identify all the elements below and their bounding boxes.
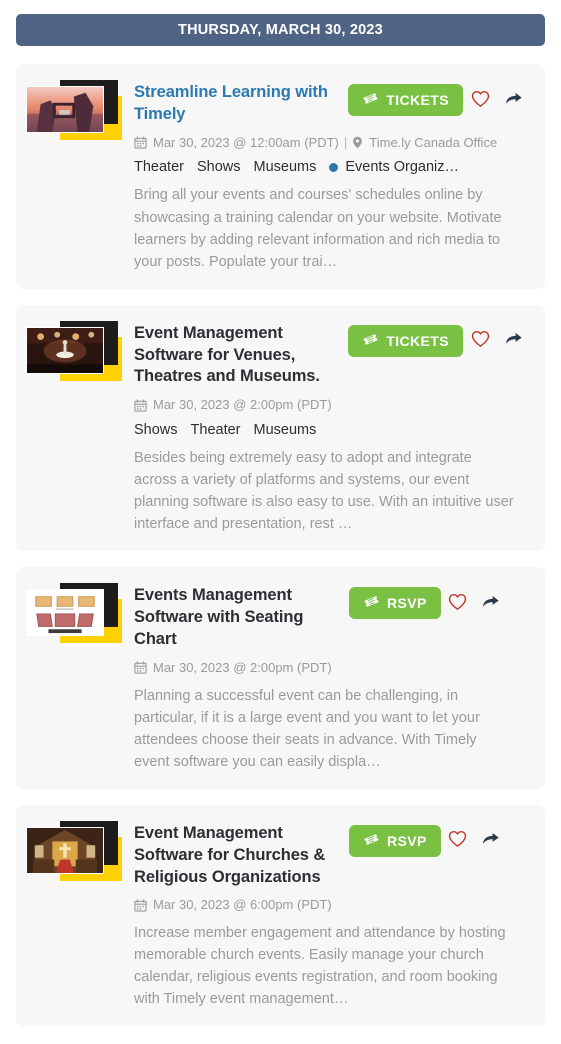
event-header-row: Events Management Software with Seating …	[134, 583, 529, 651]
event-title[interactable]: Event Management Software for Churches &…	[134, 821, 339, 889]
event-thumbnail[interactable]	[26, 819, 122, 881]
heart-icon	[448, 830, 467, 851]
calendar-icon	[134, 136, 147, 149]
event-actions: RSVP	[349, 583, 507, 620]
event-date: Mar 30, 2023 @ 2:00pm (PDT)	[153, 397, 332, 413]
favorite-button[interactable]	[441, 587, 475, 619]
event-cta-label: RSVP	[387, 595, 427, 612]
heart-icon	[448, 593, 467, 614]
event-description: Bring all your events and courses' sched…	[134, 187, 502, 270]
heart-icon	[471, 330, 490, 351]
event-card[interactable]: Streamline Learning with Timely TICKETS	[16, 64, 545, 289]
event-details: Event Management Software for Venues, Th…	[134, 319, 529, 536]
ticket-icon	[363, 831, 380, 851]
calendar-icon	[134, 899, 147, 912]
event-venue: Time.ly Canada Office	[369, 134, 498, 150]
event-card[interactable]: Event Management Software for Venues, Th…	[16, 304, 545, 552]
event-meta: Mar 30, 2023 @ 6:00pm (PDT)	[134, 897, 529, 913]
thumbnail-image	[26, 86, 104, 133]
event-details: Event Management Software for Churches &…	[134, 819, 529, 1011]
event-card[interactable]: Events Management Software with Seating …	[16, 567, 545, 789]
day-header-bar: THURSDAY, MARCH 30, 2023	[16, 14, 545, 46]
event-thumbnail[interactable]	[26, 78, 122, 140]
event-title[interactable]: Streamline Learning with Timely	[134, 80, 338, 126]
event-meta: Mar 30, 2023 @ 2:00pm (PDT)	[134, 660, 529, 676]
event-tag-highlighted[interactable]: Events Organiz…	[329, 159, 459, 175]
event-tag[interactable]: Museums	[254, 159, 317, 175]
meta-separator: |	[343, 134, 348, 150]
ticket-icon	[362, 331, 379, 351]
event-details: Events Management Software with Seating …	[134, 581, 529, 773]
event-cta-label: TICKETS	[386, 92, 449, 108]
event-cta-button[interactable]: RSVP	[349, 587, 441, 620]
event-tag[interactable]: Theater	[191, 422, 241, 438]
event-description: Increase member engagement and attendanc…	[134, 925, 506, 1008]
event-actions: TICKETS	[348, 321, 529, 357]
calendar-icon	[134, 399, 147, 412]
favorite-button[interactable]	[441, 825, 475, 857]
event-description: Besides being extremely easy to adopt an…	[134, 450, 514, 533]
event-actions: TICKETS	[348, 80, 529, 116]
share-button[interactable]	[475, 587, 507, 619]
event-details: Streamline Learning with Timely TICKETS	[134, 78, 529, 273]
event-date: Mar 30, 2023 @ 6:00pm (PDT)	[153, 897, 332, 913]
event-header-row: Streamline Learning with Timely TICKETS	[134, 80, 529, 126]
share-arrow-icon	[504, 330, 523, 351]
event-calendar: THURSDAY, MARCH 30, 2023 Streamline Lear…	[0, 0, 561, 1044]
event-cta-label: RSVP	[387, 832, 427, 849]
event-header-row: Event Management Software for Churches &…	[134, 821, 529, 889]
event-actions: RSVP	[349, 821, 507, 857]
event-title[interactable]: Event Management Software for Venues, Th…	[134, 321, 338, 389]
share-arrow-icon	[481, 830, 500, 851]
event-meta: Mar 30, 2023 @ 12:00am (PDT) | Time.ly C…	[134, 135, 529, 151]
event-tag[interactable]: Museums	[254, 422, 317, 438]
heart-icon	[471, 90, 490, 111]
event-card[interactable]: Event Management Software for Churches &…	[16, 804, 545, 1027]
event-date: Mar 30, 2023 @ 12:00am (PDT)	[153, 134, 339, 150]
location-pin-icon	[352, 136, 363, 149]
share-button[interactable]	[497, 84, 529, 116]
day-header-label: THURSDAY, MARCH 30, 2023	[178, 22, 383, 38]
favorite-button[interactable]	[463, 84, 497, 116]
share-button[interactable]	[475, 825, 507, 857]
event-tags: Theater Shows Museums Events Organiz…	[134, 159, 529, 175]
share-arrow-icon	[481, 593, 500, 614]
tag-dot-icon	[329, 162, 339, 172]
share-arrow-icon	[504, 90, 523, 111]
ticket-icon	[363, 593, 380, 613]
event-title[interactable]: Events Management Software with Seating …	[134, 583, 339, 651]
event-list: Streamline Learning with Timely TICKETS	[16, 64, 545, 1027]
event-thumbnail[interactable]	[26, 319, 122, 381]
event-date: Mar 30, 2023 @ 2:00pm (PDT)	[153, 659, 332, 675]
favorite-button[interactable]	[463, 325, 497, 357]
event-meta: Mar 30, 2023 @ 2:00pm (PDT)	[134, 397, 529, 413]
thumbnail-image	[26, 826, 104, 874]
calendar-icon	[134, 661, 147, 674]
event-tags: Shows Theater Museums	[134, 422, 529, 438]
event-cta-button[interactable]: TICKETS	[348, 324, 463, 357]
event-tag[interactable]: Shows	[134, 422, 178, 438]
event-cta-button[interactable]: RSVP	[349, 824, 441, 857]
event-cta-label: TICKETS	[386, 332, 449, 349]
thumbnail-image	[26, 589, 104, 637]
event-tag-label: Events Organiz…	[345, 159, 460, 176]
event-thumbnail[interactable]	[26, 581, 122, 644]
thumbnail-image	[26, 326, 104, 374]
event-tag[interactable]: Shows	[197, 159, 241, 175]
ticket-icon	[362, 90, 379, 110]
event-tag[interactable]: Theater	[134, 159, 184, 175]
event-header-row: Event Management Software for Venues, Th…	[134, 321, 529, 389]
event-cta-button[interactable]: TICKETS	[348, 84, 463, 116]
event-description: Planning a successful event can be chall…	[134, 687, 480, 770]
share-button[interactable]	[497, 325, 529, 357]
